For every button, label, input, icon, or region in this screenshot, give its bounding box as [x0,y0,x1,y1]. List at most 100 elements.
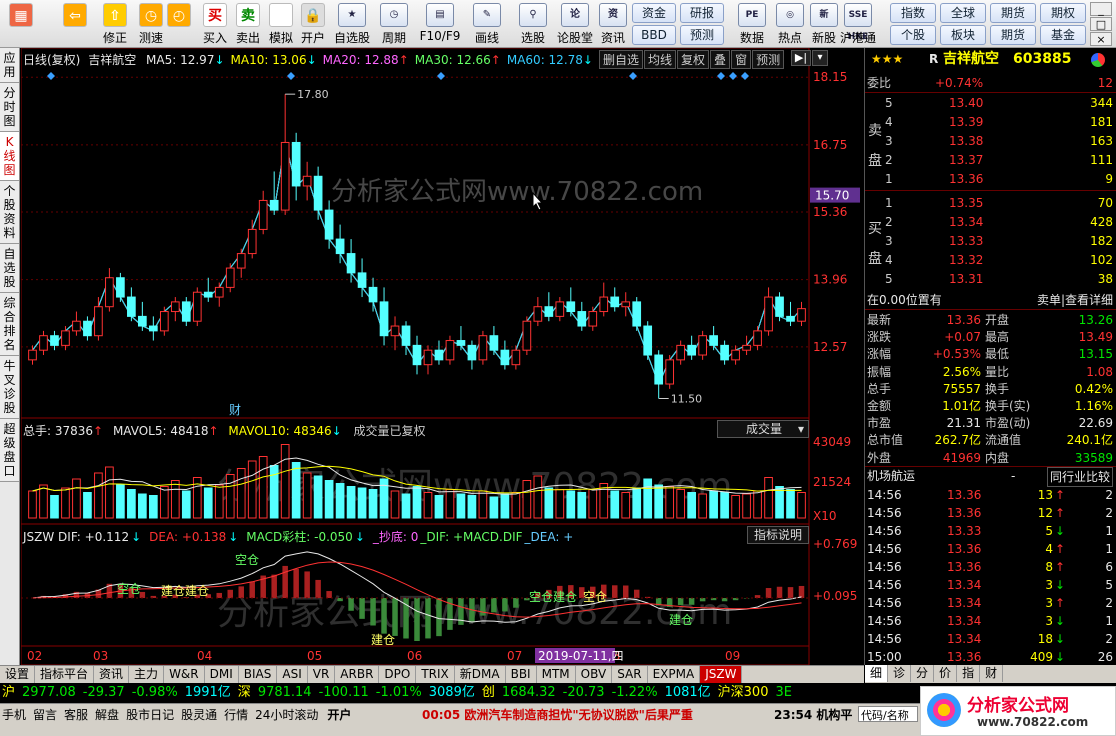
left-tab[interactable]: 超级盘口 [0,419,19,482]
indicator-tab[interactable]: JSZW [700,666,743,683]
indicator-tab[interactable]: TRIX [416,666,455,683]
market-button[interactable]: 基金 [1040,25,1086,45]
close-icon[interactable]: × [1090,32,1112,46]
buy-price[interactable]: 13.32 [949,251,983,269]
indicator-tab[interactable]: BBI [506,666,537,683]
industry-compare-link[interactable]: 同行业比较 [1046,467,1113,487]
code-search-input[interactable]: 代码/名称 [858,706,918,722]
right-tool-button[interactable]: PE 数据 [734,2,770,46]
sell-button[interactable]: 卖卖出 [231,2,265,46]
kline-toggle-button[interactable]: 删自选 [599,50,644,69]
indicator-tab[interactable]: W&R [164,666,205,683]
market-button[interactable]: 期货 [990,3,1036,23]
market-button[interactable]: 期权 [1040,3,1086,23]
lock-button[interactable]: 🔒 开户 [296,2,330,46]
chevron-down-icon[interactable]: ▾ [812,50,828,66]
kline-svg[interactable]: 18.15 16.75 15.36 13.96 12.57 15.70 17.80 11.50… [21,48,863,665]
status-link[interactable]: 解盘 [95,708,119,722]
quote-tab[interactable]: 分 [911,665,935,682]
indicator-tab[interactable]: 新DMA [455,666,506,683]
indicator-tab[interactable]: BIAS [239,666,278,683]
market-button[interactable]: 板块 [940,25,986,45]
left-tab[interactable]: 自选股 [0,244,19,293]
forum-button[interactable]: 论论股堂 [556,2,594,46]
expand-icon[interactable]: ▶| [791,50,811,66]
sell-price[interactable]: 13.40 [949,94,983,112]
status-link[interactable]: 留言 [33,708,57,722]
buy-button[interactable]: 买买入 [198,2,232,46]
indicator-tab[interactable]: 指标平台 [35,666,95,683]
left-tab[interactable]: 应用 [0,48,19,83]
quick-button[interactable]: BBD [632,25,676,45]
status-link[interactable]: 股灵通 [181,708,217,722]
up-arrow-button[interactable]: ⇧ 修正 [98,2,132,46]
quote-tab[interactable]: 价 [934,665,958,682]
kline-toggle-button[interactable]: 预测 [752,50,785,69]
hammer-button[interactable]: ⚒ 模拟 [264,2,298,46]
maximize-icon[interactable]: □ [1090,17,1112,31]
market-button[interactable]: 个股 [890,25,936,45]
quote-tab[interactable]: 细 [865,665,889,682]
sell-price[interactable]: 13.38 [949,132,983,150]
indicator-tab[interactable]: 资讯 [94,666,130,683]
status-link[interactable]: 行情 [224,708,248,722]
detail-link[interactable]: 卖单|查看详细 [1037,291,1113,309]
buy-price[interactable]: 13.33 [949,232,983,250]
indicator-tab[interactable]: DMI [205,666,239,683]
sell-price[interactable]: 13.37 [949,151,983,169]
sell-price[interactable]: 13.36 [949,170,983,188]
clock-button[interactable]: ◴ [162,2,196,46]
kline-toggle-button[interactable]: 叠 [710,50,731,69]
quick-button[interactable]: 预测 [680,25,724,45]
f10-button[interactable]: ▤ F10/F9 [418,2,462,46]
indicator-tab[interactable]: ASI [277,666,308,683]
quick-button[interactable]: 研报 [680,3,724,23]
market-button[interactable]: 指数 [890,3,936,23]
indicator-tab[interactable]: OBV [576,666,613,683]
right-tool-button[interactable]: ◎ 热点 [772,2,808,46]
quote-tab[interactable]: 诊 [888,665,912,682]
right-tool-button[interactable]: SSE HKE 沪港通 [840,2,876,46]
minimize-icon[interactable]: _ [1090,2,1112,16]
buy-price[interactable]: 13.31 [949,270,983,288]
indicator-tab[interactable]: SAR [612,666,648,683]
pen-button[interactable]: ✎ 画线 [464,2,510,46]
left-tab[interactable]: 牛叉诊股 [0,356,19,419]
pie-chart-icon[interactable] [1091,53,1105,67]
news-ticker[interactable]: 00:05 欧洲汽车制造商担忧"无协议脱欧"后果严重 [422,706,693,723]
indicator-help-button[interactable]: 指标说明 [747,526,809,544]
left-tab[interactable]: 综合排名 [0,293,19,356]
star-button[interactable]: ★ 自选股 [332,2,372,46]
kline-toggle-button[interactable]: 复权 [677,50,710,69]
back-arrow-button[interactable]: ⇦ [58,2,92,46]
news-time[interactable]: 23:54 机构平 [774,706,852,723]
open-account-link[interactable]: 开户 [327,708,351,722]
news-button[interactable]: 资资讯 [596,2,630,46]
market-button[interactable]: 全球 [940,3,986,23]
quote-tab[interactable]: 指 [957,665,981,682]
indicator-tab[interactable]: 主力 [129,666,165,683]
quick-button[interactable]: 资金 [632,3,676,23]
left-tab[interactable]: K线图 [0,132,19,181]
grid-button[interactable]: ▦ [4,2,38,46]
indicator-tab[interactable]: 设置 [0,666,36,683]
indicator-tab[interactable]: EXPMA [648,666,701,683]
filter-button[interactable]: ⚲ 选股 [512,2,554,46]
kline-chart-area[interactable]: 18.15 16.75 15.36 13.96 12.57 15.70 17.80 11.50… [21,48,863,665]
right-tool-button[interactable]: 新新股 [806,2,842,46]
kline-toggle-button[interactable]: 均线 [644,50,677,69]
market-button[interactable]: 期货 [990,25,1036,45]
indicator-tab[interactable]: DPO [379,666,417,683]
sell-price[interactable]: 13.39 [949,113,983,131]
status-link[interactable]: 24小时滚动 [255,708,318,722]
buy-price[interactable]: 13.35 [949,194,983,212]
kline-toggle-button[interactable]: 窗 [731,50,752,69]
left-tab[interactable]: 分时图 [0,83,19,132]
status-link[interactable]: 股市日记 [126,708,174,722]
status-link[interactable]: 手机 [2,708,26,722]
status-link[interactable]: 客服 [64,708,88,722]
indicator-tab[interactable]: ARBR [335,666,380,683]
indicator-tab[interactable]: MTM [537,666,576,683]
indicator-tab[interactable]: VR [308,666,336,683]
indicator-select[interactable]: 成交量 ▾ [717,420,809,438]
